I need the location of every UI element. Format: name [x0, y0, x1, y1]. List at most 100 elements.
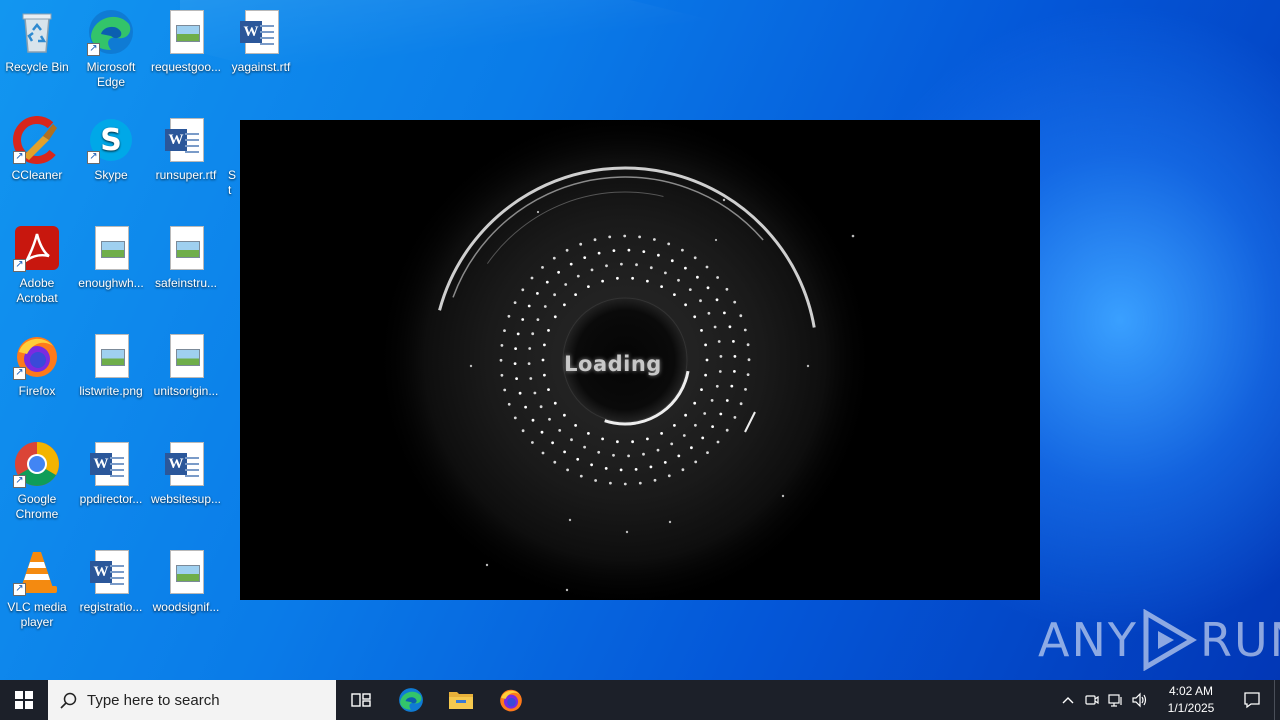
- chrome-icon: ↗: [13, 440, 61, 488]
- ring-dot: [503, 388, 507, 392]
- desktop-icon-registratio[interactable]: W registratio...: [74, 548, 148, 615]
- desktop-icon-requestgoo[interactable]: requestgoo...: [149, 8, 223, 75]
- ring-dot: [541, 451, 545, 455]
- desktop-icon-runsuper[interactable]: W runsuper.rtf: [149, 116, 223, 183]
- notification-center-button[interactable]: [1230, 680, 1274, 720]
- play-triangle-icon: [1143, 609, 1197, 671]
- ring-dot: [707, 311, 711, 315]
- ring-dot: [574, 424, 577, 427]
- task-view-button[interactable]: [336, 680, 386, 720]
- tray-overflow-button[interactable]: [1056, 680, 1080, 720]
- taskbar-edge-button[interactable]: [386, 680, 436, 720]
- ring-dot: [605, 264, 608, 268]
- ring-dot: [682, 434, 686, 437]
- ring-dot: [653, 478, 657, 482]
- desktop-icon-firefox[interactable]: ↗ Firefox: [0, 332, 74, 399]
- desktop-icon-ccleaner[interactable]: ↗ CCleaner: [0, 116, 74, 183]
- ring-dot: [587, 432, 590, 435]
- ring-dot: [631, 440, 634, 444]
- desktop-icon-recycle-bin[interactable]: Recycle Bin: [0, 8, 74, 75]
- desktop-icon-unitsorigin[interactable]: unitsorigin...: [149, 332, 223, 399]
- ring-dot: [690, 446, 693, 450]
- desktop-icon-label: requestgoo...: [150, 60, 222, 74]
- show-desktop-button[interactable]: [1274, 680, 1280, 720]
- desktop-icon-safeinstru[interactable]: safeinstru...: [149, 224, 223, 291]
- loader-window[interactable]: Loading: [240, 120, 1040, 600]
- desktop-icon-skype[interactable]: S ↗ Skype: [74, 116, 148, 183]
- ring-dot: [739, 402, 743, 406]
- ring-dot: [593, 238, 597, 242]
- desktop-icon-label: Google Chrome: [15, 492, 59, 521]
- taskbar-search-box[interactable]: Type here to search: [48, 680, 336, 720]
- ring-dot: [524, 405, 527, 409]
- ring-dot: [667, 474, 671, 478]
- ring-dot: [583, 445, 586, 449]
- desktop-icon-partial[interactable]: St: [224, 116, 240, 198]
- word-doc-icon: W: [87, 440, 135, 488]
- ring-dot: [703, 412, 707, 415]
- ring-dot: [723, 311, 726, 315]
- image-file-icon: [87, 332, 135, 380]
- taskbar-file-explorer-button[interactable]: [436, 680, 486, 720]
- desktop-icon-label: VLC media player: [7, 600, 67, 629]
- ring-dot: [733, 416, 737, 419]
- ring-dot: [552, 256, 556, 260]
- task-view-icon: [351, 693, 371, 707]
- desktop-icon-microsoft-edge[interactable]: ↗ Microsoft Edge: [74, 8, 148, 90]
- ring-dot: [619, 468, 623, 472]
- image-file-icon: [162, 224, 210, 272]
- ring-dot: [700, 329, 703, 332]
- taskbar-clock[interactable]: 4:02 AM 1/1/2025: [1156, 683, 1226, 717]
- ring-dot: [725, 428, 729, 432]
- ring-dot: [728, 325, 732, 329]
- ring-dot: [521, 318, 525, 321]
- shortcut-arrow-icon: ↗: [13, 367, 26, 380]
- shortcut-arrow-icon: ↗: [13, 259, 26, 272]
- ring-dot: [539, 405, 543, 409]
- desktop-icon-websitesup[interactable]: W websitesup...: [149, 440, 223, 507]
- tray-meet-now-button[interactable]: [1080, 680, 1104, 720]
- ring-dot: [701, 436, 705, 440]
- ring-dot: [677, 454, 681, 458]
- desktop-icon-ppdirector[interactable]: W ppdirector...: [74, 440, 148, 507]
- ring-dot: [527, 304, 531, 308]
- ring-dot: [638, 481, 642, 485]
- shortcut-arrow-icon: ↗: [13, 583, 26, 596]
- tray-volume-button[interactable]: [1128, 680, 1152, 720]
- ring-dot: [563, 303, 566, 307]
- desktop-icon-enoughwh[interactable]: enoughwh...: [74, 224, 148, 291]
- desktop-icon-listwrite[interactable]: listwrite.png: [74, 332, 148, 399]
- ccleaner-icon: ↗: [13, 116, 61, 164]
- desktop-icon-woodsignif[interactable]: woodsignif...: [149, 548, 223, 615]
- ring-dot: [670, 442, 674, 446]
- ring-dot: [608, 235, 612, 239]
- desktop-icon-label: CCleaner: [11, 168, 63, 182]
- ring-dot: [716, 440, 720, 444]
- firefox-icon: [500, 689, 522, 712]
- ring-dot: [569, 262, 573, 266]
- ring-dot: [507, 402, 511, 406]
- ring-dot: [623, 482, 627, 486]
- word-doc-icon: W: [87, 548, 135, 596]
- start-button[interactable]: [0, 680, 48, 720]
- ring-dot: [503, 329, 506, 332]
- desktop-icon-google-chrome[interactable]: ↗ Google Chrome: [0, 440, 74, 522]
- desktop-icon-label: Adobe Acrobat: [16, 276, 58, 305]
- vlc-icon: ↗: [13, 548, 61, 596]
- desktop-icon-yagainst[interactable]: W yagainst.rtf: [224, 8, 298, 75]
- clock-time: 4:02 AM: [1168, 684, 1214, 698]
- ring-dot: [620, 262, 623, 266]
- ring-dot: [715, 298, 719, 302]
- desktop-icon-adobe-acrobat[interactable]: ↗ Adobe Acrobat: [0, 224, 74, 306]
- tray-network-button[interactable]: [1104, 680, 1128, 720]
- ring-dot: [725, 287, 729, 291]
- ring-dot: [715, 384, 719, 388]
- ring-dot: [530, 276, 534, 280]
- desktop-icon-vlc[interactable]: ↗ VLC media player: [0, 548, 74, 630]
- ring-dot: [710, 399, 714, 402]
- chevron-up-icon: [1062, 697, 1074, 704]
- ring-dot: [616, 440, 619, 444]
- ring-dot: [553, 460, 557, 464]
- ring-dot: [570, 438, 573, 442]
- taskbar-firefox-button[interactable]: [486, 680, 536, 720]
